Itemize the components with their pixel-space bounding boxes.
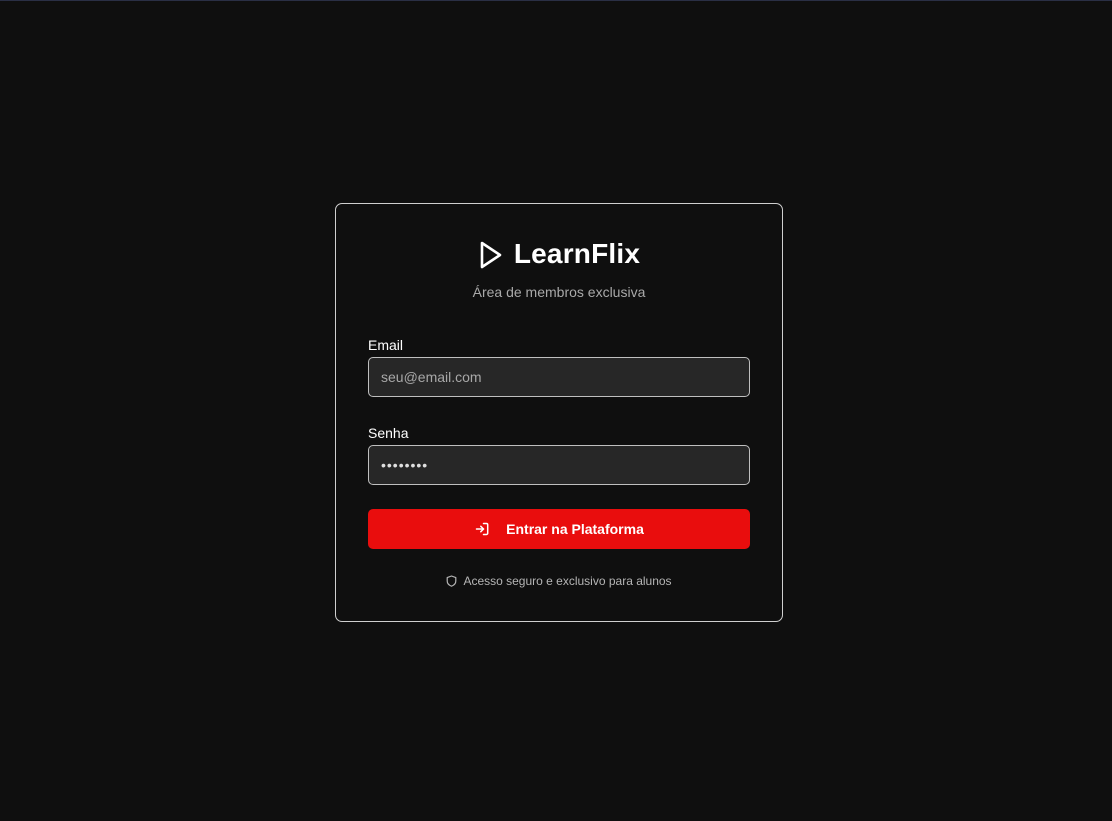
brand-title: LearnFlix: [513, 238, 641, 269]
login-button-label: Entrar na Plataforma: [506, 521, 644, 537]
log-in-icon: [474, 521, 490, 537]
email-label: Email: [368, 337, 404, 353]
login-page: LearnFlix Área de membros exclusiva Emai…: [0, 0, 1112, 821]
password-label: Senha: [368, 425, 409, 441]
security-note: Acesso seguro e exclusivo para alunos: [336, 574, 782, 588]
email-field[interactable]: [368, 357, 750, 397]
shield-icon: [446, 575, 457, 587]
login-card: LearnFlix Área de membros exclusiva Emai…: [335, 203, 783, 622]
password-field[interactable]: [368, 445, 750, 485]
brand-subtitle: Área de membros exclusiva: [472, 284, 646, 300]
brand-header: LearnFlix: [336, 238, 782, 270]
security-note-text: Acesso seguro e exclusivo para alunos: [463, 574, 672, 588]
login-button[interactable]: Entrar na Plataforma: [368, 509, 750, 549]
play-icon: [478, 240, 504, 270]
